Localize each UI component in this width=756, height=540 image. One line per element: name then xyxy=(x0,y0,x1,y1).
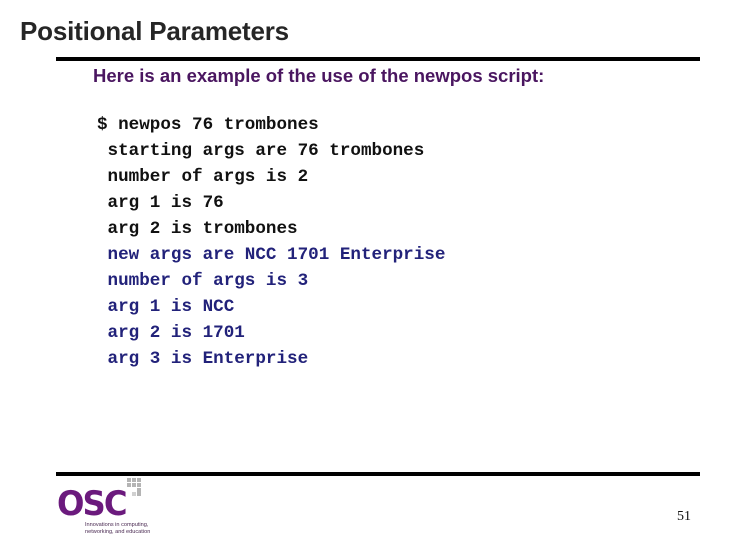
terminal-output: $ newpos 76 trombones starting args are … xyxy=(97,112,445,372)
osc-logo: OSC Innovations in computing, networking… xyxy=(57,478,167,540)
code-line: arg 2 is 1701 xyxy=(97,323,245,343)
code-line: starting args are 76 trombones xyxy=(97,141,425,161)
code-line: arg 1 is 76 xyxy=(97,193,224,213)
slide-subtitle: Here is an example of the use of the new… xyxy=(93,65,545,86)
logo-tagline: Innovations in computing, networking, an… xyxy=(85,522,151,535)
logo-wordmark: OSC xyxy=(57,484,128,524)
slide-title: Positional Parameters xyxy=(20,16,289,46)
code-line: arg 3 is Enterprise xyxy=(97,349,309,369)
page-number: 51 xyxy=(677,509,691,524)
code-line: number of args is 2 xyxy=(97,167,309,187)
code-line: arg 1 is NCC xyxy=(97,297,235,317)
code-line: new args are NCC 1701 Enterprise xyxy=(97,245,446,265)
bottom-divider xyxy=(56,472,700,476)
top-divider xyxy=(56,57,700,61)
logo-grid-icon xyxy=(127,478,145,496)
code-line: number of args is 3 xyxy=(97,271,309,291)
code-line: arg 2 is trombones xyxy=(97,219,298,239)
code-line-command: $ newpos 76 trombones xyxy=(97,115,319,135)
